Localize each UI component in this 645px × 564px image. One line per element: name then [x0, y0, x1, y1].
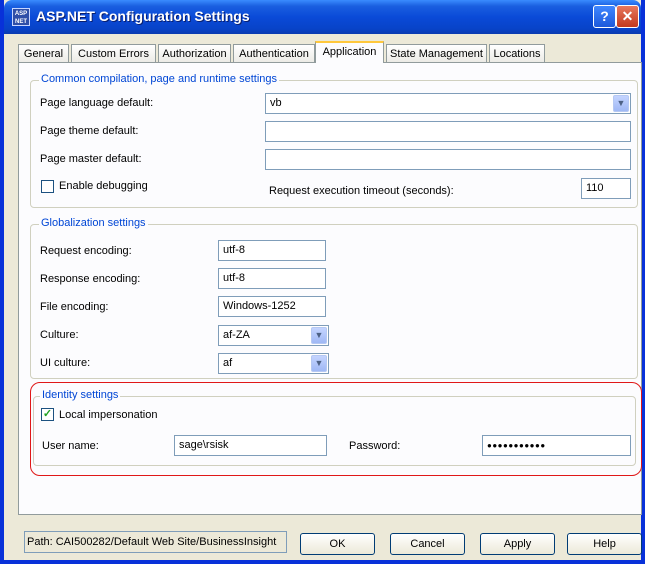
help-button[interactable]: Help: [567, 533, 642, 555]
tab-application[interactable]: Application: [315, 41, 384, 63]
enable-debugging-checkbox[interactable]: [41, 180, 54, 193]
chevron-down-icon[interactable]: ▼: [613, 95, 629, 112]
cancel-button[interactable]: Cancel: [390, 533, 465, 555]
ui-culture-label: UI culture:: [40, 357, 91, 369]
page-language-label: Page language default:: [40, 97, 154, 109]
chevron-down-icon[interactable]: ▼: [311, 355, 327, 372]
apply-button[interactable]: Apply: [480, 533, 555, 555]
help-title-button[interactable]: ?: [593, 5, 616, 28]
title-bar[interactable]: ASP NET ASP.NET Configuration Settings ?…: [4, 0, 641, 34]
ui-culture-select[interactable]: af ▼: [218, 353, 329, 374]
tab-general[interactable]: General: [18, 44, 69, 62]
timeout-label: Request execution timeout (seconds):: [269, 185, 454, 197]
tab-authentication[interactable]: Authentication: [233, 44, 315, 62]
tab-state-management[interactable]: State Management: [386, 44, 487, 62]
response-encoding-label: Response encoding:: [40, 273, 141, 285]
page-theme-input[interactable]: [265, 121, 631, 142]
response-encoding-input[interactable]: utf-8: [218, 268, 326, 289]
aspnet-app-icon: ASP NET: [12, 8, 30, 26]
identity-highlight-outline: [30, 382, 642, 476]
close-button[interactable]: ✕: [616, 5, 639, 28]
culture-label: Culture:: [40, 329, 79, 341]
compilation-legend: Common compilation, page and runtime set…: [39, 73, 280, 85]
path-display: Path: CAI500282/Default Web Site/Busines…: [24, 531, 287, 553]
request-encoding-input[interactable]: utf-8: [218, 240, 326, 261]
page-language-select[interactable]: vb ▼: [265, 93, 631, 114]
ok-button[interactable]: OK: [300, 533, 375, 555]
file-encoding-input[interactable]: Windows-1252: [218, 296, 326, 317]
config-dialog: ASP NET ASP.NET Configuration Settings ?…: [0, 0, 645, 564]
chevron-down-icon[interactable]: ▼: [311, 327, 327, 344]
tab-locations[interactable]: Locations: [489, 44, 545, 62]
culture-value: af-ZA: [223, 329, 250, 341]
culture-select[interactable]: af-ZA ▼: [218, 325, 329, 346]
page-master-input[interactable]: [265, 149, 631, 170]
tab-authorization[interactable]: Authorization: [158, 44, 231, 62]
timeout-input[interactable]: 110: [581, 178, 631, 199]
globalization-legend: Globalization settings: [39, 217, 148, 229]
tab-custom-errors[interactable]: Custom Errors: [71, 44, 156, 62]
request-encoding-label: Request encoding:: [40, 245, 132, 257]
enable-debugging-label: Enable debugging: [59, 180, 148, 192]
window-title: ASP.NET Configuration Settings: [36, 8, 250, 24]
page-master-label: Page master default:: [40, 153, 142, 165]
file-encoding-label: File encoding:: [40, 301, 109, 313]
page-language-value: vb: [270, 97, 282, 109]
ui-culture-value: af: [223, 357, 233, 369]
page-theme-label: Page theme default:: [40, 125, 139, 137]
